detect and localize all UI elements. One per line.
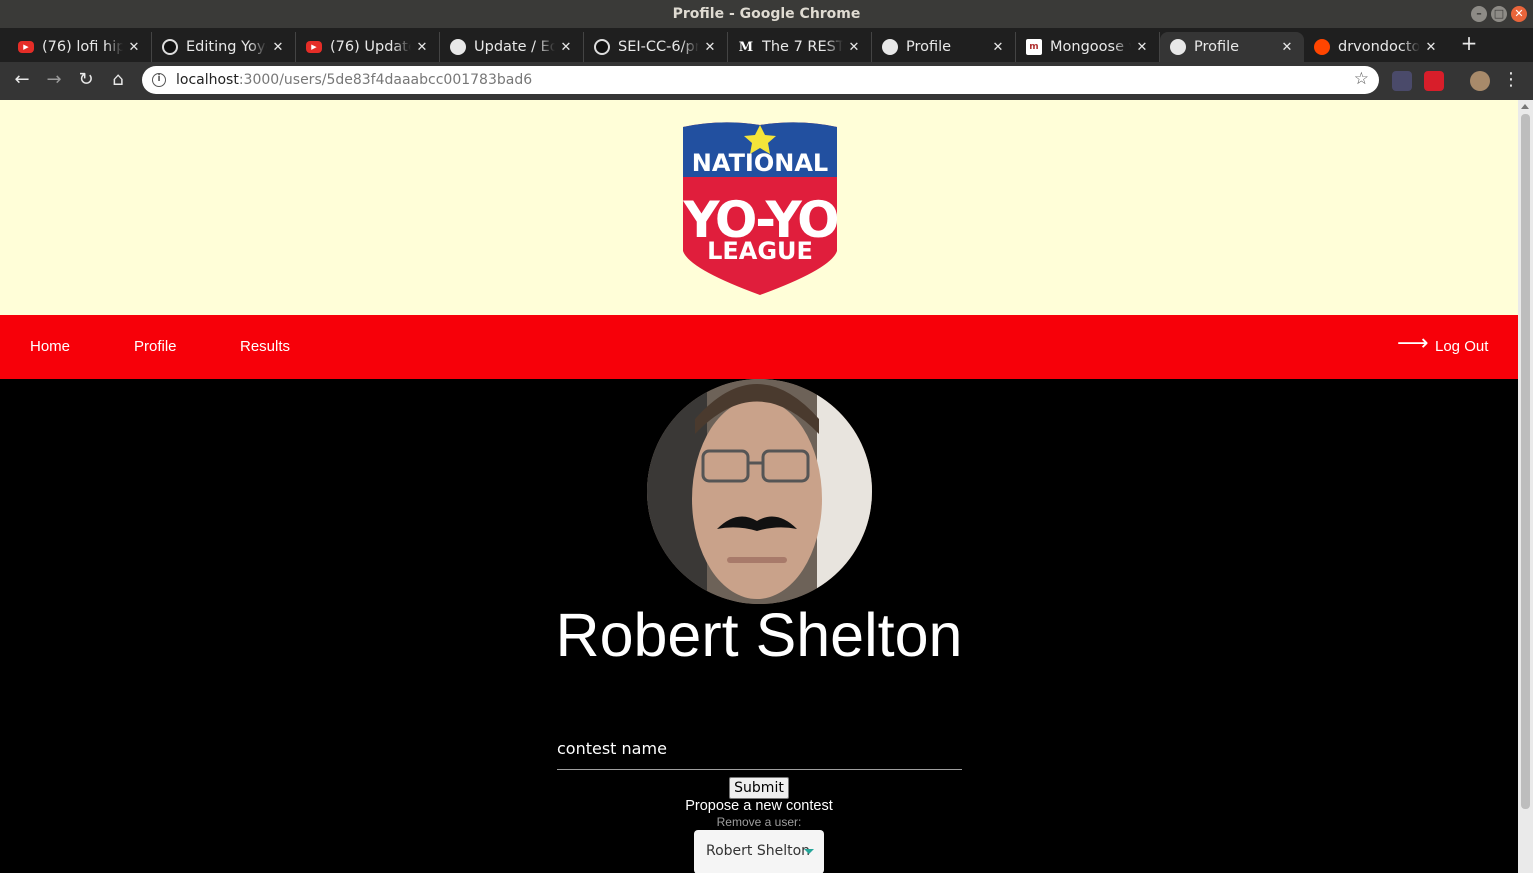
browser-tab[interactable]: ▶ (76) Update ✕ <box>296 32 440 62</box>
new-tab-plus-icon[interactable]: + <box>1458 32 1480 54</box>
remove-user-label: Remove a user: <box>716 815 802 829</box>
browser-toolbar: ← → ↻ ⌂ i localhost:3000/users/5de83f4da… <box>0 62 1533 100</box>
profile-name: Robert Shelton <box>555 601 963 669</box>
national-yoyo-league-logo: NATIONAL YO-YO LEAGUE <box>682 122 839 295</box>
bookmark-star-icon[interactable]: ☆ <box>1354 69 1369 89</box>
svg-text:LEAGUE: LEAGUE <box>707 237 813 265</box>
page-scrollbar[interactable] <box>1518 100 1533 873</box>
svg-text:NATIONAL: NATIONAL <box>692 149 828 177</box>
extension-icon[interactable] <box>1392 71 1412 91</box>
url-host: localhost <box>176 72 239 88</box>
home-icon[interactable]: ⌂ <box>107 69 129 91</box>
remove-user-select[interactable]: Robert Shelton <box>694 830 824 873</box>
address-bar[interactable]: i localhost:3000/users/5de83f4daaabcc001… <box>142 66 1379 94</box>
reddit-icon <box>1314 39 1330 55</box>
youtube-icon: ▶ <box>306 41 322 53</box>
browser-tab-active[interactable]: Profile ✕ <box>1160 32 1304 62</box>
site-header: NATIONAL YO-YO LEAGUE <box>0 100 1518 315</box>
browser-tab[interactable]: SEI-CC-6/pr ✕ <box>584 32 728 62</box>
minimize-icon[interactable]: – <box>1471 6 1487 22</box>
tab-strip: ▶ (76) lofi hip ✕ Editing Yoyo ✕ ▶ (76) Upda… <box>0 28 1533 62</box>
window-title: Profile - Google Chrome <box>672 6 861 22</box>
propose-contest-caption: Propose a new contest <box>685 798 833 814</box>
close-window-icon[interactable]: ✕ <box>1511 6 1527 22</box>
globe-icon <box>882 39 898 55</box>
close-tab-icon[interactable]: ✕ <box>703 40 717 55</box>
reload-icon[interactable]: ↻ <box>75 69 97 91</box>
browser-tab[interactable]: m Mongoose v ✕ <box>1016 32 1160 62</box>
extension-icon[interactable] <box>1424 71 1444 91</box>
close-tab-icon[interactable]: ✕ <box>847 40 861 55</box>
url-path: :3000/users/5de83f4daaabcc001783bad6 <box>238 72 533 88</box>
close-tab-icon[interactable]: ✕ <box>127 40 141 55</box>
forward-arrow-icon[interactable]: → <box>43 69 65 91</box>
main-navbar: Home Profile Results ⟶ Log Out <box>0 315 1518 379</box>
scrollbar-thumb[interactable] <box>1521 114 1530 809</box>
close-tab-icon[interactable]: ✕ <box>559 40 573 55</box>
close-tab-icon[interactable]: ✕ <box>415 40 429 55</box>
browser-tab[interactable]: ▶ (76) lofi hip ✕ <box>8 32 152 62</box>
window-titlebar: Profile - Google Chrome – □ ✕ <box>0 0 1533 28</box>
nav-logout-link[interactable]: Log Out <box>1435 315 1488 379</box>
github-icon <box>594 39 610 55</box>
submit-button[interactable]: Submit <box>729 777 789 799</box>
browser-tab[interactable]: Profile ✕ <box>872 32 1016 62</box>
close-tab-icon[interactable]: ✕ <box>1280 40 1294 55</box>
maximize-icon[interactable]: □ <box>1491 6 1507 22</box>
profile-avatar <box>647 379 872 604</box>
medium-icon: M <box>738 39 754 55</box>
nav-results-link[interactable]: Results <box>240 315 290 379</box>
browser-tab[interactable]: Editing Yoyo ✕ <box>152 32 296 62</box>
profile-avatar-icon[interactable] <box>1470 71 1490 91</box>
github-icon <box>162 39 178 55</box>
nav-home-link[interactable]: Home <box>30 315 70 379</box>
scroll-up-icon[interactable] <box>1521 104 1529 109</box>
nav-profile-link[interactable]: Profile <box>134 315 177 379</box>
dropdown-caret-icon <box>804 849 814 854</box>
youtube-icon: ▶ <box>18 41 34 53</box>
close-tab-icon[interactable]: ✕ <box>1135 40 1149 55</box>
globe-icon <box>1170 39 1186 55</box>
site-info-icon[interactable]: i <box>152 73 166 87</box>
back-arrow-icon[interactable]: ← <box>11 69 33 91</box>
mongoose-icon: m <box>1026 39 1042 55</box>
close-tab-icon[interactable]: ✕ <box>991 40 1005 55</box>
browser-tab[interactable]: Update / Ed ✕ <box>440 32 584 62</box>
globe-icon <box>450 39 466 55</box>
browser-tab[interactable]: M The 7 RESTf ✕ <box>728 32 872 62</box>
browser-tab[interactable]: drvondocto ✕ <box>1304 32 1448 62</box>
close-tab-icon[interactable]: ✕ <box>1424 40 1438 55</box>
logout-arrow-icon[interactable]: ⟶ <box>1397 315 1429 379</box>
remove-user-selected-value: Robert Shelton <box>706 843 811 859</box>
menu-dots-icon[interactable]: ⋮ <box>1500 69 1522 91</box>
contest-name-input[interactable] <box>557 728 962 770</box>
page-content: NATIONAL YO-YO LEAGUE Home Profile Resul… <box>0 100 1518 873</box>
close-tab-icon[interactable]: ✕ <box>271 40 285 55</box>
